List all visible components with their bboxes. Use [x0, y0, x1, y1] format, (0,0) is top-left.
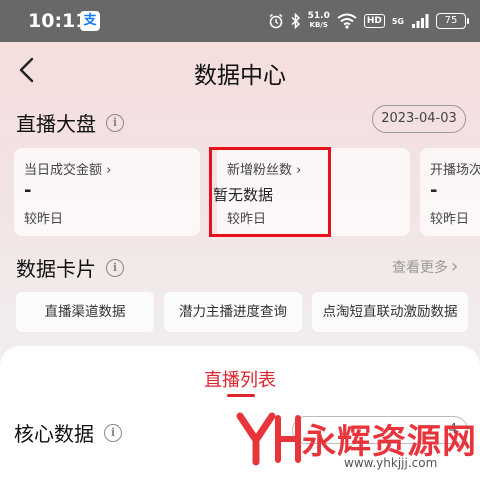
see-more-text: 查看更多: [392, 259, 448, 276]
metric-value: -: [24, 180, 32, 201]
live-overview-label: 直播大盘: [16, 112, 96, 136]
speed-unit: KB/S: [309, 21, 328, 29]
data-cards-title: 数据卡片 i: [16, 253, 124, 282]
signal-icon: [412, 14, 429, 28]
core-data-title: 核心数据 i: [14, 418, 122, 447]
alipay-app-icon: 支: [80, 11, 100, 31]
watermark-logo-icon: [236, 412, 301, 466]
network-speed: 51.0 KB/S: [308, 12, 330, 30]
chip-live-channel[interactable]: 直播渠道数据: [16, 292, 154, 332]
metric-label: 开播场次: [430, 159, 480, 178]
tab-indicator: [227, 394, 255, 397]
metric-label-text: 当日成交金额: [24, 163, 103, 178]
date-selector[interactable]: 2023-04-03: [372, 105, 466, 133]
wifi-icon: [337, 13, 357, 29]
hd-badge: HD: [363, 14, 385, 28]
metric-value: -: [430, 180, 438, 201]
live-overview-title: 直播大盘 i: [16, 108, 124, 137]
info-icon[interactable]: i: [104, 423, 122, 442]
metric-compare: 较昨日: [430, 212, 470, 227]
status-bar: 10:11 支 51.0 KB/S HD 5G 75: [0, 0, 480, 42]
info-icon[interactable]: i: [106, 113, 124, 132]
page-header: 数据中心: [0, 42, 480, 100]
status-icons: 51.0 KB/S HD 5G 75: [268, 9, 469, 33]
highlight-box: [209, 147, 331, 237]
tab-live-list[interactable]: 直播列表: [0, 366, 480, 392]
chevron-right-icon: ›: [451, 256, 459, 277]
chip-potential-anchor[interactable]: 潜力主播进度查询: [164, 292, 302, 332]
see-more-link[interactable]: 查看更多 ›: [392, 256, 458, 277]
metric-card-live-sessions[interactable]: 开播场次 - 较昨日: [420, 148, 480, 236]
metric-label-text: 开播场次: [430, 163, 480, 178]
metric-label: 当日成交金额 ›: [24, 159, 111, 178]
info-icon[interactable]: i: [106, 258, 124, 277]
metric-compare: 较昨日: [24, 212, 64, 227]
battery-indicator: 75: [436, 13, 469, 29]
metric-card-gmv[interactable]: 当日成交金额 › - 较昨日: [14, 148, 200, 236]
watermark-url: www.yhkjjj.com: [344, 456, 438, 470]
data-cards-label: 数据卡片: [16, 257, 96, 281]
chip-incentive-data[interactable]: 点淘短直联动激励数据: [312, 292, 468, 332]
network-type: 5G: [391, 16, 404, 26]
watermark: 永辉资源网 www.yhkjjj.com: [236, 408, 476, 476]
alarm-icon: [269, 13, 283, 29]
bluetooth-icon: [291, 13, 300, 29]
speed-value: 51.0: [307, 11, 330, 21]
chevron-right-icon: ›: [106, 163, 112, 178]
page-title: 数据中心: [194, 63, 286, 89]
core-data-label: 核心数据: [14, 422, 94, 446]
